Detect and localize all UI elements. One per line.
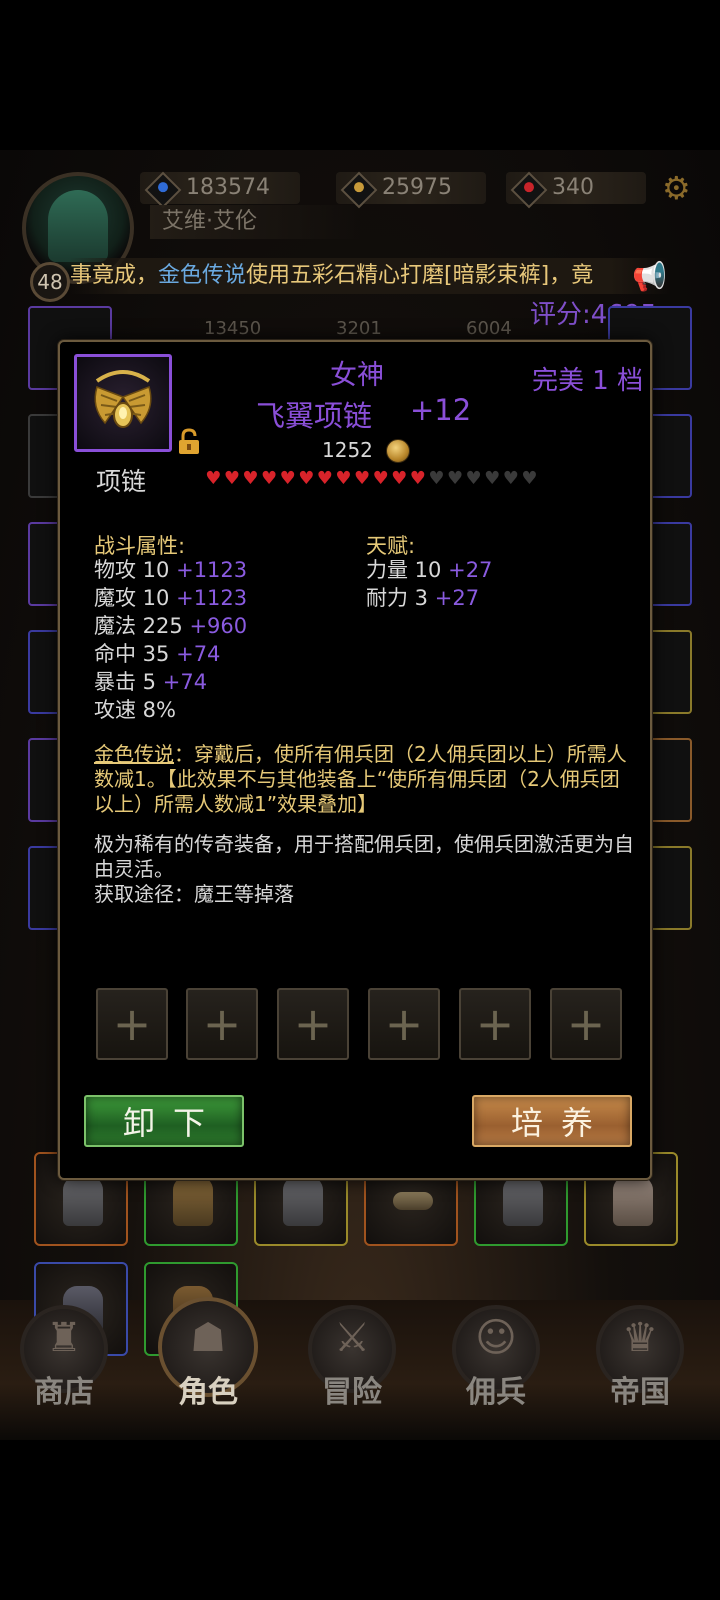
announcement-horn-icon[interactable]: 📢: [632, 260, 667, 293]
nav-empire-label: 帝国: [610, 1375, 670, 1410]
ticker-text-2: 金色传说: [158, 263, 247, 288]
lock-icon[interactable]: [176, 428, 202, 456]
nav-empire[interactable]: ♛ 帝国: [590, 1305, 690, 1415]
gem-socket-3[interactable]: +: [277, 988, 349, 1060]
gold-value: 25975: [382, 175, 452, 200]
unequip-button[interactable]: 卸下: [84, 1095, 244, 1147]
heart-empty-icon: ♥: [521, 468, 538, 489]
stat-line: 物攻 10 +1123: [94, 558, 248, 582]
stat-line: 命中 35 +74: [94, 642, 221, 666]
stat-line: 暴击 5 +74: [94, 670, 208, 694]
heart-filled-icon: ♥: [242, 468, 259, 489]
ruby-value: 340: [552, 175, 594, 200]
stat-line: 魔攻 10 +1123: [94, 586, 248, 610]
nav-shop[interactable]: ♜ 商店: [14, 1305, 114, 1415]
add-icon: +: [293, 997, 333, 1051]
announcement-ticker: 事竟成，金色传说使用五彩石精心打磨[暗影束裤]，竟: [70, 258, 670, 294]
heart-empty-icon: ♥: [446, 468, 464, 489]
helmet-icon: [63, 1176, 103, 1226]
heart-filled-icon: ♥: [223, 468, 240, 489]
item-type-label: 项链: [96, 467, 147, 496]
gem-socket-2[interactable]: +: [186, 988, 258, 1060]
train-button[interactable]: 培养: [472, 1095, 632, 1147]
heart-filled-icon: ♥: [335, 468, 352, 489]
gem-socket-1[interactable]: +: [96, 988, 168, 1060]
player-name: 艾维·艾伦: [150, 205, 362, 239]
add-icon: +: [384, 997, 424, 1051]
heart-empty-icon: ♥: [465, 468, 482, 489]
settings-gear-icon[interactable]: ⚙: [662, 172, 691, 204]
legend-title: 金色传说: [94, 742, 174, 766]
nav-mercenary[interactable]: ☺ 佣兵: [446, 1305, 546, 1415]
stat-line: 魔法 225 +960: [94, 614, 248, 638]
stat-line: 力量 10 +27: [366, 558, 493, 582]
add-icon: +: [475, 997, 515, 1051]
heart-empty-icon: ♥: [484, 468, 501, 489]
gem-socket-6[interactable]: +: [550, 988, 622, 1060]
description-line: 极为稀有的传奇装备，用于搭配佣兵团，使佣兵团激活更为自由灵活。: [94, 832, 634, 881]
add-icon: +: [202, 997, 242, 1051]
heart-empty-icon: ♥: [502, 468, 519, 489]
item-name: 飞翼项链: [256, 399, 373, 433]
crystal-resource: 183574: [140, 171, 300, 209]
ruby-icon: [510, 171, 548, 209]
stat-line: 攻速 8%: [94, 698, 176, 722]
nav-adventure[interactable]: ⚔ 冒险: [302, 1305, 402, 1415]
heart-empty-icon: ♥: [428, 468, 445, 489]
item-quality: 女神: [330, 360, 384, 391]
legend-effect-text: 金色传说：穿戴后，使所有佣兵团（2人佣兵团以上）所需人数减1。【此效果不与其他装…: [94, 742, 634, 817]
gem-socket-5[interactable]: +: [459, 988, 531, 1060]
combat-stats-list: 物攻 10 +1123 魔攻 10 +1123 魔法 225 +960 命中 3…: [94, 556, 247, 724]
stat-line: 耐力 3 +27: [366, 586, 480, 610]
acquisition-line: 获取途径：魔王等掉落: [94, 882, 294, 906]
nav-mercenary-label: 佣兵: [466, 1375, 526, 1410]
heart-filled-icon: ♥: [409, 468, 426, 489]
item-perfect-grade: 完美 1 档: [532, 366, 644, 396]
heart-filled-icon: ♥: [205, 468, 222, 489]
nav-character[interactable]: ☗ 角色: [158, 1297, 258, 1415]
crystal-icon: [144, 171, 182, 209]
gold-icon: [340, 171, 378, 209]
avatar-hood-icon: [48, 190, 108, 262]
item-description: 极为稀有的传奇装备，用于搭配佣兵团，使佣兵团激活更为自由灵活。 获取途径：魔王等…: [94, 832, 634, 907]
star-rating-hearts: ♥ ♥ ♥ ♥ ♥ ♥ ♥ ♥ ♥ ♥ ♥ ♥ ♥ ♥ ♥ ♥ ♥ ♥: [204, 468, 539, 490]
belt-icon: [393, 1192, 433, 1210]
knight-helm-icon: [503, 1176, 543, 1226]
heart-filled-icon: ♥: [372, 468, 389, 489]
plate-armor-icon: [613, 1176, 653, 1226]
player-level-badge: 48: [30, 262, 70, 302]
nav-shop-label: 商店: [34, 1375, 94, 1410]
winged-necklace-icon: [94, 370, 152, 428]
crystal-value: 183574: [186, 175, 270, 200]
ruby-resource: 340: [506, 171, 646, 209]
item-icon-frame: [74, 354, 172, 452]
heart-filled-icon: ♥: [298, 468, 315, 489]
add-icon: +: [112, 997, 152, 1051]
gold-coin-icon: [386, 439, 410, 463]
ticker-text-1: 事竟成，: [70, 263, 159, 288]
heart-filled-icon: ♥: [391, 468, 408, 489]
heart-filled-icon: ♥: [316, 468, 333, 489]
item-price: 1252: [322, 438, 373, 462]
ticker-text-3: 使用五彩石精心打磨[暗影束裤]，竟: [246, 263, 594, 288]
add-icon: +: [566, 997, 606, 1051]
gold-resource: 25975: [336, 171, 486, 209]
nav-character-label: 角色: [178, 1375, 238, 1410]
heart-filled-icon: ♥: [353, 468, 371, 489]
armor-icon: [283, 1176, 323, 1226]
gem-socket-4[interactable]: +: [368, 988, 440, 1060]
talent-stats-list: 力量 10 +27 耐力 3 +27: [366, 556, 492, 612]
nav-adventure-label: 冒险: [322, 1375, 382, 1410]
legend-body: ：穿戴后，使所有佣兵团（2人佣兵团以上）所需人数减1。【此效果不与其他装备上“使…: [94, 742, 627, 816]
heart-filled-icon: ♥: [279, 468, 296, 489]
boots-icon: [173, 1176, 213, 1226]
item-enhance-level: +12: [410, 393, 472, 427]
heart-filled-icon: ♥: [261, 468, 278, 489]
